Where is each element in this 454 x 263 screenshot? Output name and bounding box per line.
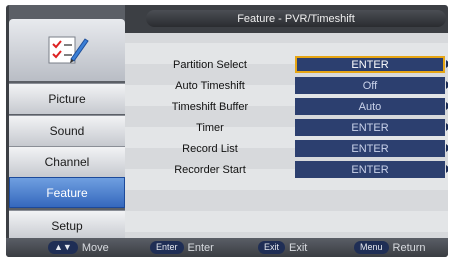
feature-logo (9, 19, 125, 81)
menu-key-icon: Menu (354, 241, 389, 254)
sidebar-item-label: Feature (46, 185, 88, 200)
tv-menu-screen: Picture Sound Channel Feature Setup Feat… (6, 5, 448, 257)
setting-label: Record List (182, 142, 238, 155)
setting-row-partition-select[interactable]: Partition Select ENTER (125, 54, 448, 75)
setting-row-timer[interactable]: Timer ENTER (125, 117, 448, 138)
setting-label: Auto Timeshift (175, 79, 245, 92)
setting-label: Timeshift Buffer (171, 100, 249, 113)
sidebar-item-label: Channel (44, 155, 90, 169)
setting-value[interactable]: Auto (295, 98, 445, 115)
checklist-pencil-icon (48, 36, 89, 64)
setting-value[interactable]: ENTER (295, 140, 445, 157)
page-title: Feature - PVR/Timeshift (146, 10, 446, 27)
sidebar-item-feature[interactable]: Feature (9, 177, 125, 208)
sidebar-item-label: Sound (49, 124, 85, 138)
arrow-right-icon (446, 144, 448, 152)
page-title-text: Feature - PVR/Timeshift (237, 12, 355, 25)
setting-label: Recorder Start (174, 163, 246, 176)
arrow-right-icon (446, 165, 448, 173)
setting-row-record-list[interactable]: Record List ENTER (125, 138, 448, 159)
updown-key-icon: ▲▼ (48, 241, 78, 254)
row-stripe (125, 211, 448, 232)
setting-value[interactable]: ENTER (295, 56, 445, 73)
setting-row-auto-timeshift[interactable]: Auto Timeshift Off (125, 75, 448, 96)
hint-label: Enter (187, 241, 214, 254)
hint-move: ▲▼ Move (48, 240, 109, 255)
exit-key-icon: Exit (258, 241, 286, 254)
setting-value[interactable]: ENTER (295, 119, 445, 136)
key-hint-bar: ▲▼ Move Enter Enter Exit Exit Menu Retur… (6, 238, 448, 257)
settings-panel: Partition Select ENTER Auto Timeshift Of… (125, 33, 448, 238)
arrow-right-icon (446, 60, 448, 68)
setting-value[interactable]: Off (295, 77, 445, 94)
sidebar-item-label: Picture (48, 92, 86, 106)
sidebar-item-sound[interactable]: Sound (9, 115, 125, 146)
arrow-right-icon (446, 102, 448, 110)
sidebar: Picture Sound Channel Feature Setup (9, 5, 125, 241)
setting-value[interactable]: ENTER (295, 161, 445, 178)
sidebar-item-setup[interactable]: Setup (9, 210, 125, 241)
setting-label: Timer (196, 121, 224, 134)
setting-label: Partition Select (173, 58, 247, 71)
hint-enter: Enter Enter (150, 240, 214, 255)
arrow-right-icon (446, 123, 448, 131)
enter-key-icon: Enter (150, 241, 184, 254)
setting-row-recorder-start[interactable]: Recorder Start ENTER (125, 159, 448, 180)
hint-label: Return (392, 241, 426, 254)
hint-exit: Exit Exit (258, 240, 307, 255)
sidebar-item-label: Setup (51, 219, 83, 233)
setting-row-timeshift-buffer[interactable]: Timeshift Buffer Auto (125, 96, 448, 117)
sidebar-item-channel[interactable]: Channel (9, 146, 125, 177)
hint-return: Menu Return (354, 240, 426, 255)
arrow-right-icon (446, 81, 448, 89)
hint-label: Move (81, 241, 109, 254)
hint-label: Exit (289, 241, 308, 254)
sidebar-item-picture[interactable]: Picture (9, 83, 125, 114)
